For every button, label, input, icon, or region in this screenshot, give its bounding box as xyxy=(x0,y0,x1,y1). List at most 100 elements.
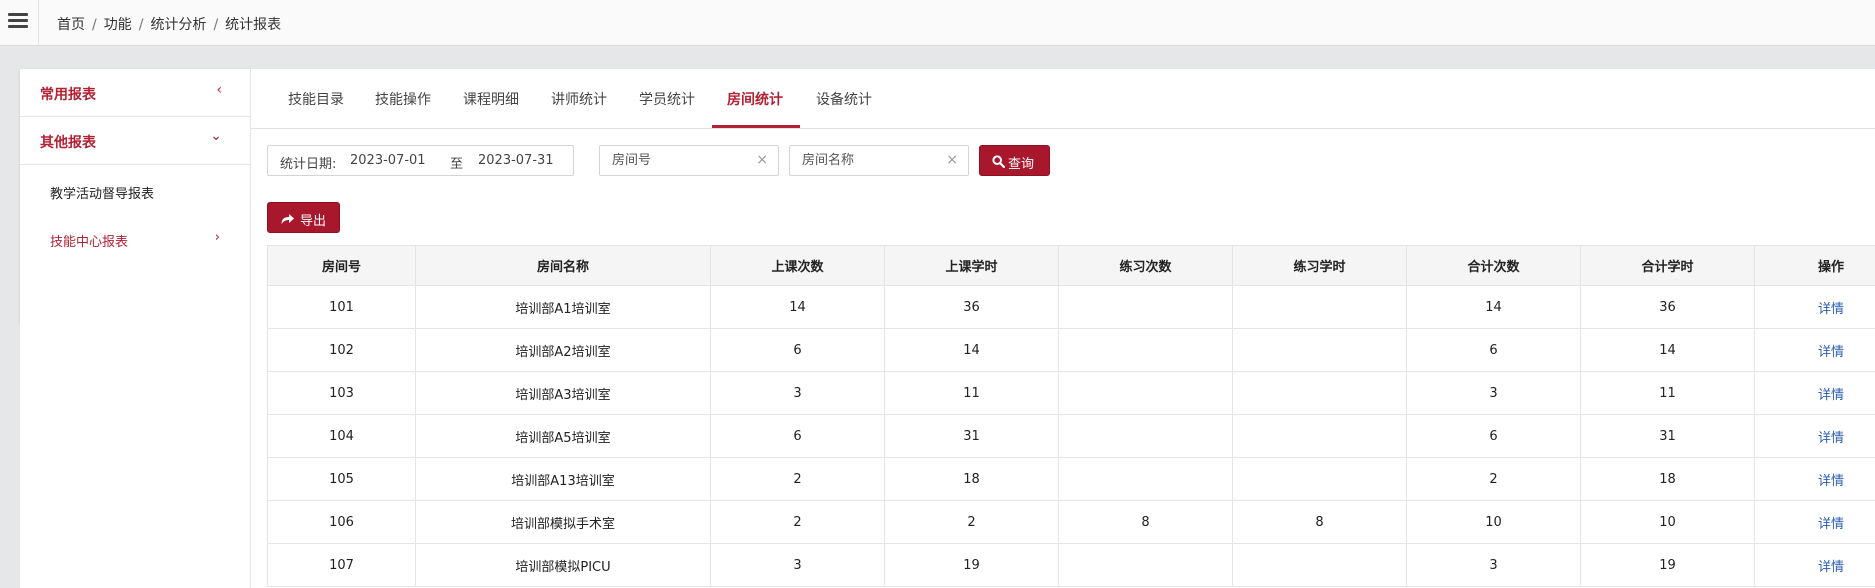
table-cell-practice-hours: 8 xyxy=(1232,500,1407,544)
table-cell-room-name: 培训部A2培训室 xyxy=(415,328,711,372)
table-cell-class-count: 6 xyxy=(710,328,885,372)
export-button-label: 导出 xyxy=(300,214,327,229)
table-cell-total-count: 6 xyxy=(1406,414,1581,458)
table-cell-action: 详情 xyxy=(1754,543,1875,587)
table-cell-class-hours: 36 xyxy=(884,285,1059,329)
table-cell-class-hours: 2 xyxy=(884,500,1059,544)
table-cell-practice-hours xyxy=(1232,543,1407,587)
date-start-value[interactable]: 2023-07-01 xyxy=(350,153,426,168)
column-header-practice-hours: 练习学时 xyxy=(1232,245,1407,286)
report-sidebar: 常用报表 ‹ 其他报表 ⌄ 教学活动督导报表 技能中心报表 › xyxy=(20,69,250,323)
table-cell-practice-hours xyxy=(1232,328,1407,372)
table-cell-room-name: 培训部模拟PICU xyxy=(415,543,711,587)
room-number-input[interactable] xyxy=(612,152,752,167)
table-cell-total-count: 10 xyxy=(1406,500,1581,544)
search-button[interactable]: 查询 xyxy=(979,145,1050,176)
table-row: 104 培训部A5培训室 6 31 6 31 详情 xyxy=(267,414,1875,458)
detail-link[interactable]: 详情 xyxy=(1818,345,1844,360)
table-cell-class-hours: 31 xyxy=(884,414,1059,458)
tab-skill-catalog[interactable]: 技能目录 xyxy=(288,89,344,109)
table-cell-total-count: 6 xyxy=(1406,328,1581,372)
table-cell-class-count: 6 xyxy=(710,414,885,458)
table-cell-class-hours: 18 xyxy=(884,457,1059,501)
table-cell-class-count: 14 xyxy=(710,285,885,329)
tab-lecturer-stats[interactable]: 讲师统计 xyxy=(551,89,607,109)
table-cell-total-count: 3 xyxy=(1406,371,1581,415)
table-cell-practice-count xyxy=(1058,457,1233,501)
date-range-to: 至 xyxy=(450,157,464,172)
table-cell-total-count: 14 xyxy=(1406,285,1581,329)
breadcrumb: 首页 / 功能 / 统计分析 / 统计报表 xyxy=(57,14,281,34)
table-cell-total-hours: 19 xyxy=(1580,543,1755,587)
search-icon xyxy=(992,155,1005,168)
tab-equipment-stats[interactable]: 设备统计 xyxy=(816,89,872,109)
date-end-value[interactable]: 2023-07-31 xyxy=(478,153,554,168)
table-cell-practice-count xyxy=(1058,543,1233,587)
tab-course-detail[interactable]: 课程明细 xyxy=(463,89,519,109)
detail-link[interactable]: 详情 xyxy=(1818,431,1844,446)
table-cell-practice-count xyxy=(1058,414,1233,458)
table-cell-practice-hours xyxy=(1232,414,1407,458)
table-cell-action: 详情 xyxy=(1754,414,1875,458)
breadcrumb-separator: / xyxy=(213,17,219,33)
table-cell-room-number: 105 xyxy=(267,457,416,501)
table-cell-class-hours: 11 xyxy=(884,371,1059,415)
column-header-total-count: 合计次数 xyxy=(1406,245,1581,286)
sidebar-group-common-reports[interactable]: 常用报表 ‹ xyxy=(20,69,250,117)
table-cell-class-hours: 19 xyxy=(884,543,1059,587)
breadcrumb-stat-analysis[interactable]: 统计分析 xyxy=(150,17,206,33)
detail-link[interactable]: 详情 xyxy=(1818,302,1844,317)
clear-icon[interactable]: × xyxy=(756,152,768,168)
detail-link[interactable]: 详情 xyxy=(1818,388,1844,403)
tab-bar: 技能目录 技能操作 课程明细 讲师统计 学员统计 房间统计 设备统计 xyxy=(251,69,1875,129)
table-row: 107 培训部模拟PICU 3 19 3 19 详情 xyxy=(267,543,1875,587)
chevron-left-icon: ‹ xyxy=(216,82,222,98)
table-row: 102 培训部A2培训室 6 14 6 14 详情 xyxy=(267,328,1875,372)
sidebar-item-teaching-supervision[interactable]: 教学活动督导报表 xyxy=(50,183,154,202)
breadcrumb-home[interactable]: 首页 xyxy=(57,17,85,33)
tab-student-stats[interactable]: 学员统计 xyxy=(639,89,695,109)
table-cell-action: 详情 xyxy=(1754,285,1875,329)
table-cell-action: 详情 xyxy=(1754,328,1875,372)
sidebar-group-other-reports[interactable]: 其他报表 ⌄ xyxy=(20,117,250,165)
export-button[interactable]: 导出 xyxy=(267,202,340,233)
column-header-room-number: 房间号 xyxy=(267,245,416,286)
table-cell-practice-count xyxy=(1058,328,1233,372)
table-cell-total-count: 3 xyxy=(1406,543,1581,587)
room-name-input[interactable] xyxy=(802,152,942,167)
breadcrumb-function[interactable]: 功能 xyxy=(104,17,132,33)
divider xyxy=(38,0,39,46)
detail-link[interactable]: 详情 xyxy=(1818,560,1844,575)
table-cell-room-number: 101 xyxy=(267,285,416,329)
table-cell-class-count: 3 xyxy=(710,543,885,587)
table-cell-practice-count xyxy=(1058,371,1233,415)
tab-skill-operation[interactable]: 技能操作 xyxy=(375,89,431,109)
sidebar-background xyxy=(20,323,250,588)
hamburger-menu-icon[interactable] xyxy=(8,13,28,31)
table-cell-class-count: 2 xyxy=(710,500,885,544)
table-cell-total-count: 2 xyxy=(1406,457,1581,501)
date-range-picker[interactable]: 统计日期: 2023-07-01 至 2023-07-31 xyxy=(267,145,574,176)
date-label: 统计日期: xyxy=(280,157,337,172)
top-bar: 首页 / 功能 / 统计分析 / 统计报表 xyxy=(0,0,1875,46)
table-cell-action: 详情 xyxy=(1754,457,1875,501)
detail-link[interactable]: 详情 xyxy=(1818,517,1844,532)
room-stats-table: 房间号 房间名称 上课次数 上课学时 练习次数 练习学时 合计次数 合计学时 操作 101 培训部… xyxy=(267,245,1875,587)
detail-link[interactable]: 详情 xyxy=(1818,474,1844,489)
table-cell-practice-hours xyxy=(1232,371,1407,415)
breadcrumb-separator: / xyxy=(92,17,97,33)
table-cell-total-hours: 31 xyxy=(1580,414,1755,458)
table-cell-total-hours: 14 xyxy=(1580,328,1755,372)
tab-room-stats[interactable]: 房间统计 xyxy=(727,89,783,109)
clear-icon[interactable]: × xyxy=(946,152,958,168)
table-cell-total-hours: 10 xyxy=(1580,500,1755,544)
sidebar-group-title: 其他报表 xyxy=(40,135,96,151)
table-row: 103 培训部A3培训室 3 11 3 11 详情 xyxy=(267,371,1875,415)
table-cell-class-count: 3 xyxy=(710,371,885,415)
table-cell-room-name: 培训部模拟手术室 xyxy=(415,500,711,544)
column-header-action: 操作 xyxy=(1754,245,1875,286)
sidebar-item-skill-center[interactable]: 技能中心报表 xyxy=(50,231,128,250)
table-cell-total-hours: 36 xyxy=(1580,285,1755,329)
breadcrumb-separator: / xyxy=(138,17,144,33)
table-row: 106 培训部模拟手术室 2 2 8 8 10 10 详情 xyxy=(267,500,1875,544)
